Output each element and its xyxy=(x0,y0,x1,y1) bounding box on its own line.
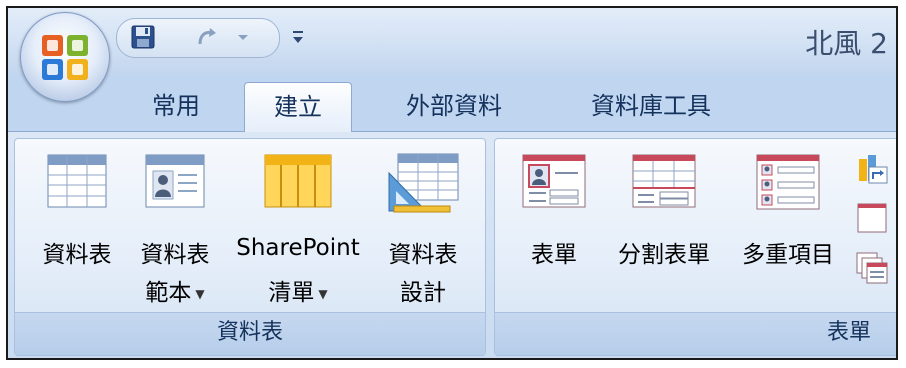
datasheet-icon xyxy=(47,154,107,208)
tab-database-tools[interactable]: 資料庫工具 xyxy=(556,82,746,132)
window-title: 北風 2 xyxy=(805,27,888,60)
access-window: 北風 2 常用 建立 外部資料 資料庫工具 資料表 資料表 範本 ▼ Share… xyxy=(6,6,898,360)
table-design-label-2: 設計 xyxy=(400,280,446,306)
table-templates-label-1: 資料表 xyxy=(140,242,210,268)
save-icon[interactable] xyxy=(130,24,156,50)
multiple-items-label: 多重項目 xyxy=(742,242,834,268)
redo-dropdown-icon[interactable] xyxy=(236,30,250,44)
blank-form-icon[interactable] xyxy=(855,201,889,235)
table-template-icon xyxy=(145,154,205,208)
sharepoint-list-icon xyxy=(264,154,332,208)
ribbon-panel: 資料表 資料表 範本 ▼ SharePoint 清單 ▼ 資料表 設計 資料表 … xyxy=(8,131,896,358)
form-label: 表單 xyxy=(531,242,577,268)
sharepoint-lists-label-1: SharePoint xyxy=(236,235,360,261)
tab-external-data[interactable]: 外部資料 xyxy=(374,82,534,132)
table-templates-label-2: 範本 ▼ xyxy=(145,280,205,306)
tab-home[interactable]: 常用 xyxy=(126,82,226,132)
title-bar: 北風 2 xyxy=(8,8,896,74)
table-group: 資料表 資料表 範本 ▼ SharePoint 清單 ▼ 資料表 設計 資料表 xyxy=(14,138,486,356)
dropdown-arrow-icon: ▼ xyxy=(318,286,328,301)
sharepoint-lists-label-2: 清單 ▼ xyxy=(268,280,328,306)
office-button[interactable] xyxy=(20,12,110,102)
forms-group-label: 表單 xyxy=(495,312,896,355)
office-logo-icon xyxy=(42,35,88,80)
dropdown-arrow-icon: ▼ xyxy=(195,286,205,301)
split-form-label: 分割表單 xyxy=(618,242,710,268)
forms-group: 表單 分割表單 多重項目 表單 xyxy=(494,138,896,356)
multiple-items-icon xyxy=(756,154,820,210)
pivot-chart-icon[interactable] xyxy=(855,151,889,185)
form-icon xyxy=(522,154,586,208)
split-form-icon xyxy=(632,154,696,208)
table-design-label-1: 資料表 xyxy=(388,242,458,268)
more-forms-icon[interactable] xyxy=(855,251,889,285)
ribbon-tabs: 常用 建立 外部資料 資料庫工具 xyxy=(8,74,896,132)
redo-icon[interactable] xyxy=(194,24,220,50)
customize-toolbar-icon[interactable] xyxy=(290,28,306,46)
table-group-label: 資料表 xyxy=(15,312,485,355)
table-design-icon xyxy=(388,153,459,213)
tab-create[interactable]: 建立 xyxy=(244,82,352,132)
datasheet-label: 資料表 xyxy=(42,242,112,268)
